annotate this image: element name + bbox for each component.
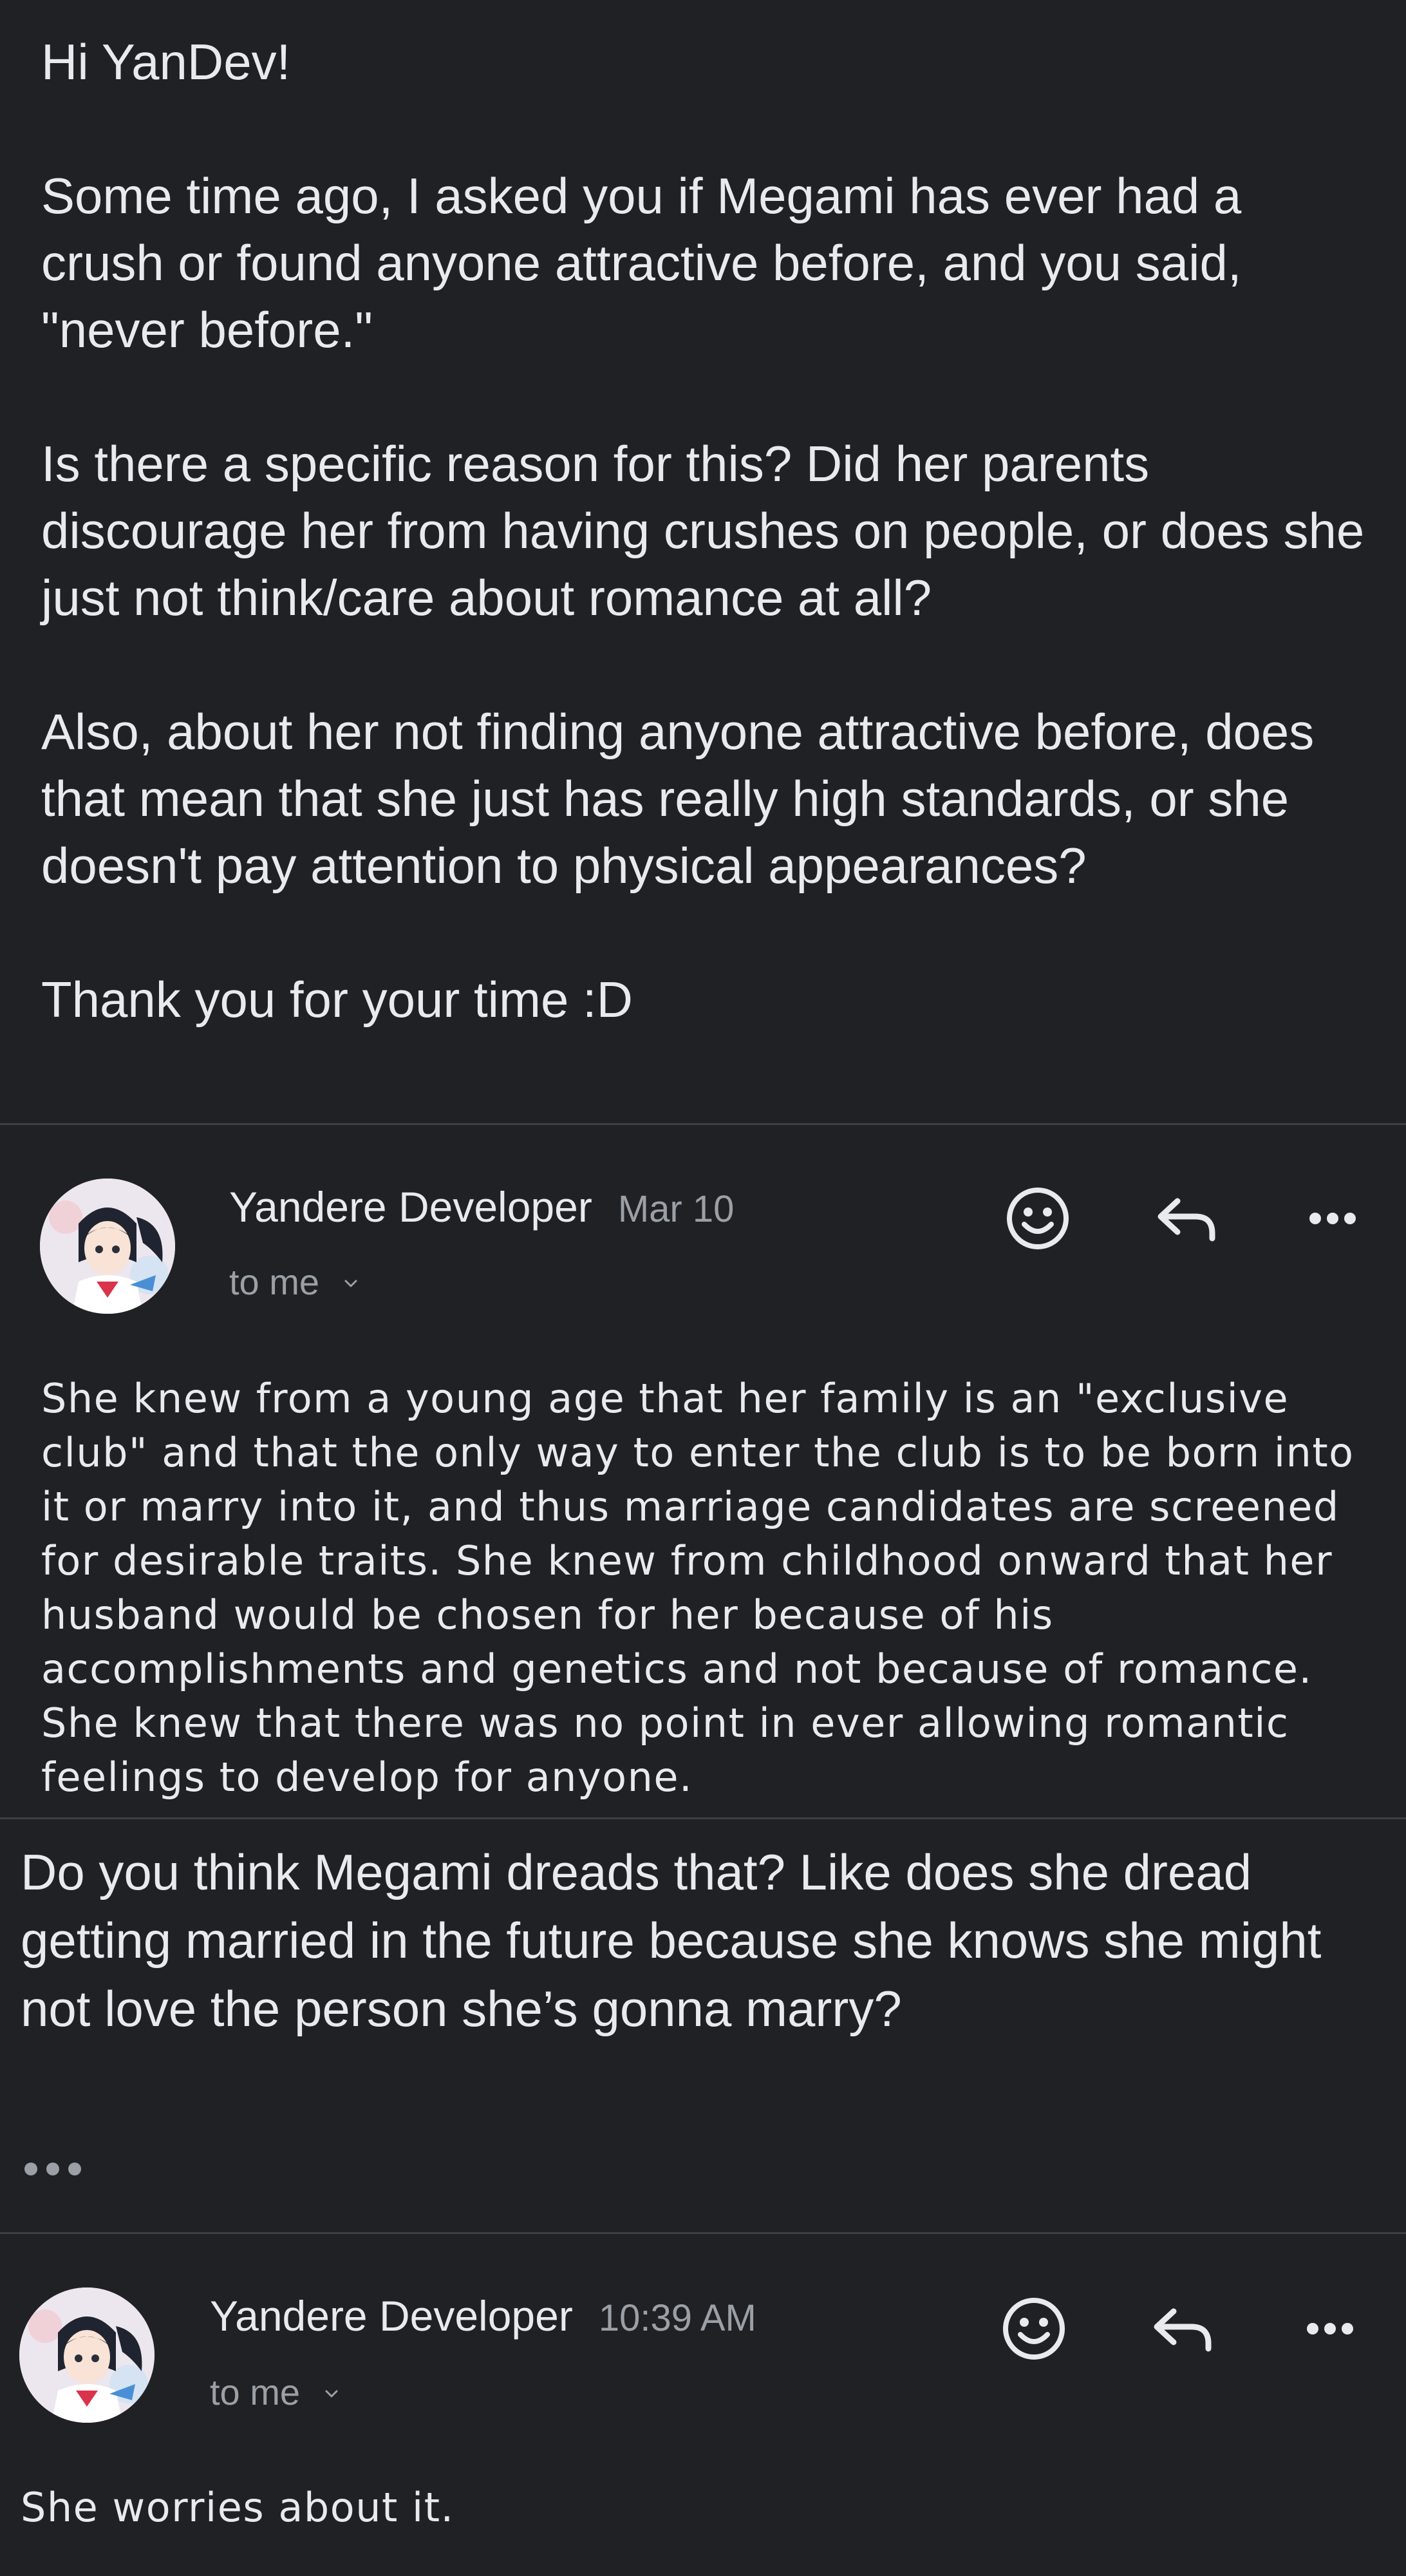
question-message-body: Hi YanDev! Some time ago, I asked you if… (41, 28, 1367, 1033)
reply-button[interactable] (1143, 2290, 1221, 2367)
message-divider (0, 2232, 1406, 2234)
followup-message-body: Do you think Megami dreads that? Like do… (21, 1844, 1322, 2037)
avatar[interactable] (19, 2287, 155, 2423)
avatar-image (40, 1179, 175, 1314)
recipient-toggle[interactable]: to me (210, 2370, 339, 2415)
reply-button[interactable] (1147, 1180, 1224, 1257)
question-paragraph: Thank you for your time :D (41, 971, 633, 1028)
emoji-reaction-button[interactable] (999, 1180, 1076, 1257)
message-time: 10:39 AM (598, 2297, 756, 2339)
sender-line: Yandere Developer 10:39 AM (210, 2290, 756, 2344)
chevron-down-icon (344, 1280, 357, 1287)
reply-1-body: She knew from a young age that her famil… (41, 1375, 1354, 1801)
message-divider (0, 1817, 1406, 1819)
reply-arrow-icon (1154, 2308, 1212, 2352)
dot (24, 2163, 37, 2175)
sender-name: Yandere Developer (229, 1183, 592, 1231)
question-paragraph: Hi YanDev! (41, 33, 291, 90)
show-trimmed-content-icon[interactable] (24, 2163, 81, 2175)
avatar[interactable] (40, 1179, 175, 1314)
question-paragraph: Is there a specific reason for this? Did… (41, 435, 1365, 626)
reply-2-header[interactable]: Yandere Developer 10:39 AM to me (0, 2281, 1406, 2429)
sender-line: Yandere Developer Mar 10 (229, 1181, 734, 1235)
recipient-label: to me (229, 1262, 320, 1302)
reply-1-header[interactable]: Yandere Developer Mar 10 to me (0, 1172, 1406, 1320)
reply-arrow-icon (1158, 1198, 1215, 1242)
reply-2-body: She worries about it. (21, 2484, 455, 2531)
more-options-button[interactable] (1294, 1180, 1371, 1257)
dot (46, 2163, 59, 2175)
emoji-smile-icon (1003, 2298, 1065, 2360)
email-thread: Hi YanDev! Some time ago, I asked you if… (0, 0, 1406, 2576)
more-horizontal-icon (1309, 1213, 1356, 1224)
emoji-reaction-button[interactable] (995, 2290, 1073, 2367)
more-horizontal-icon (1307, 2323, 1353, 2334)
chevron-down-icon (325, 2390, 338, 2398)
recipient-label: to me (210, 2372, 301, 2412)
more-options-button[interactable] (1291, 2290, 1369, 2367)
dot (68, 2163, 81, 2175)
recipient-toggle[interactable]: to me (229, 1260, 358, 1305)
message-date: Mar 10 (617, 1188, 735, 1230)
message-divider (0, 1123, 1406, 1125)
sender-name: Yandere Developer (210, 2292, 573, 2340)
question-paragraph: Some time ago, I asked you if Megami has… (41, 167, 1242, 358)
avatar-image (19, 2287, 155, 2423)
question-paragraph: Also, about her not finding anyone attra… (41, 703, 1315, 894)
emoji-smile-icon (1007, 1188, 1069, 1249)
